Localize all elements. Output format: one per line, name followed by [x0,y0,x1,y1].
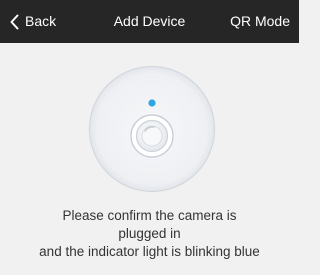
camera-illustration [88,65,216,193]
chevron-left-icon [10,14,19,29]
instruction-text: Please confirm the camera is plugged in … [0,207,299,261]
back-label: Back [25,13,57,29]
qr-mode-button[interactable]: QR Mode [230,0,290,43]
instruction-line-1: Please confirm the camera is [62,208,237,223]
instruction-line-3: and the indicator light is blinking blue [39,244,260,259]
back-button[interactable]: Back [9,0,56,43]
camera-icon [130,114,174,158]
indicator-light-icon [148,99,156,107]
instruction-line-2: plugged in [118,226,181,241]
top-nav-bar: Back Add Device QR Mode [0,0,299,43]
